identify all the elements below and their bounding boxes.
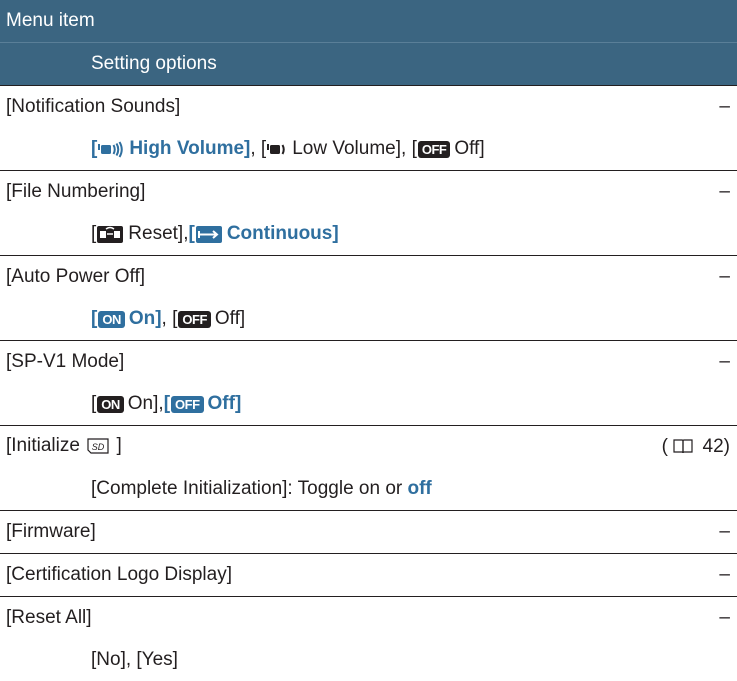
- reference-dash: –: [719, 266, 730, 287]
- bracket: [: [91, 223, 97, 244]
- option-high-volume: High Volume]: [129, 138, 251, 159]
- off-badge-icon: OFF: [178, 310, 211, 328]
- option-highlight: off: [407, 478, 432, 499]
- label-text: [Initialize: [6, 434, 80, 456]
- reference-dash: –: [719, 181, 730, 202]
- option-off: Off]: [454, 138, 485, 159]
- menu-row-reset-all: [Reset All] – [No], [Yes]: [0, 596, 737, 681]
- off-badge-icon: OFF: [417, 140, 451, 158]
- menu-item-label: [Notification Sounds]: [6, 96, 181, 117]
- paren: (: [661, 436, 668, 457]
- separator: , [: [250, 138, 267, 159]
- separator: , [: [161, 308, 178, 329]
- option-text: [Complete Initialization]: Toggle on or: [91, 478, 403, 499]
- setting-options: [ ON On], [ OFF Off]: [0, 383, 737, 425]
- off-badge-icon: OFF: [171, 395, 204, 413]
- option-off: Off]: [214, 308, 246, 329]
- menu-item-label: [Initialize SD ]: [6, 435, 122, 460]
- bracket: [: [91, 393, 97, 414]
- option-off: Off]: [207, 393, 242, 414]
- setting-options: [ High Volume] , [ Low Volume], [ OFF Of…: [0, 128, 737, 170]
- low-volume-icon: [267, 141, 287, 158]
- on-badge-icon: ON: [97, 395, 124, 413]
- menu-row-notification-sounds: [Notification Sounds] – [ High Volume] ,…: [0, 85, 737, 170]
- option-continuous: Continuous]: [226, 223, 339, 244]
- bracket: [: [163, 393, 171, 414]
- menu-item-label: [Firmware]: [6, 521, 96, 542]
- continuous-numbering-icon: [195, 225, 222, 243]
- option-on: On],: [127, 393, 164, 414]
- header-setting-options: Setting options: [91, 53, 217, 74]
- menu-item-label: [Reset All]: [6, 607, 92, 628]
- option-low-volume: Low Volume], [: [292, 138, 417, 159]
- setting-options: [No], [Yes]: [0, 639, 737, 681]
- reference-dash: –: [719, 351, 730, 372]
- page-number: 42): [702, 436, 730, 457]
- option-text: [No], [Yes]: [91, 649, 178, 670]
- on-badge-icon: ON: [98, 310, 125, 328]
- page-reference: ( 42): [662, 436, 730, 458]
- book-reference-icon: [673, 439, 693, 454]
- bracket: [: [91, 308, 98, 329]
- bracket: [: [91, 138, 98, 159]
- menu-row-certification-logo: [Certification Logo Display] –: [0, 553, 737, 596]
- menu-row-firmware: [Firmware] –: [0, 510, 737, 553]
- reset-numbering-icon: [97, 225, 124, 243]
- label-text: ]: [116, 434, 122, 456]
- setting-options: [ ON On] , [ OFF Off]: [0, 298, 737, 340]
- menu-row-sp-v1-mode: [SP-V1 Mode] – [ ON On], [ OFF Off]: [0, 340, 737, 425]
- menu-item-label: [Auto Power Off]: [6, 266, 146, 287]
- setting-options: [ Reset], [ Continuous]: [0, 213, 737, 255]
- header-menu-item: Menu item: [0, 0, 737, 43]
- menu-row-initialize: [Initialize SD ] ( 42) [Complete Initial…: [0, 425, 737, 510]
- reference-dash: –: [719, 607, 730, 628]
- option-reset: Reset],: [128, 223, 189, 244]
- bracket: [: [188, 223, 195, 244]
- menu-item-label: [File Numbering]: [6, 181, 146, 202]
- reference-dash: –: [719, 96, 730, 117]
- menu-item-label: [Certification Logo Display]: [6, 564, 232, 585]
- svg-text:SD: SD: [92, 442, 105, 452]
- reference-dash: –: [719, 521, 730, 542]
- menu-row-file-numbering: [File Numbering] – [ Reset], [ Continuou…: [0, 170, 737, 255]
- high-volume-icon: [98, 140, 124, 158]
- setting-options: [Complete Initialization]: Toggle on or …: [0, 468, 737, 510]
- menu-row-auto-power-off: [Auto Power Off] – [ ON On] , [ OFF Off]: [0, 255, 737, 340]
- menu-item-label: [SP-V1 Mode]: [6, 351, 125, 372]
- option-on: On]: [128, 308, 162, 329]
- sd-card-icon: SD: [87, 437, 109, 460]
- table-header: Menu item Setting options: [0, 0, 737, 85]
- reference-dash: –: [719, 564, 730, 585]
